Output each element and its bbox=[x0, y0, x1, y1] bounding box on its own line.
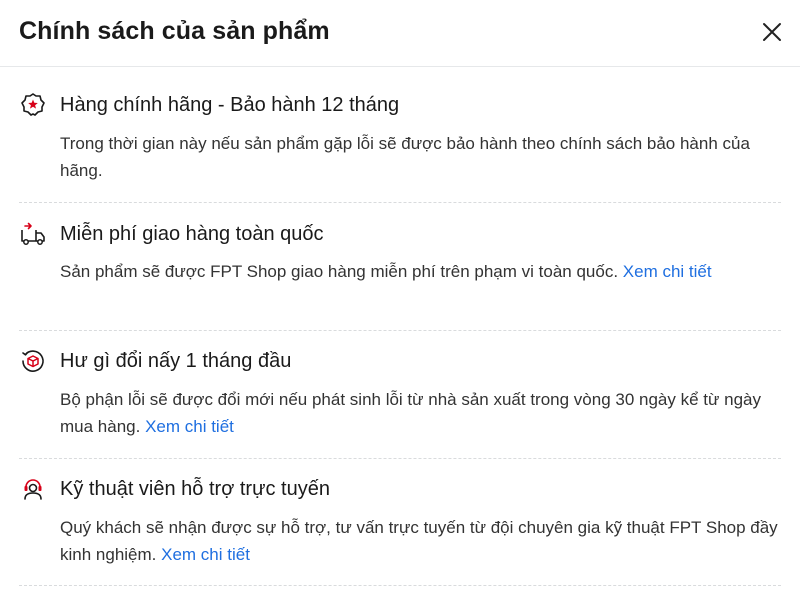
policy-description: Bộ phận lỗi sẽ được đổi mới nếu phát sin… bbox=[60, 390, 761, 436]
policy-header-support: Kỹ thuật viên hỗ trợ trực tuyến bbox=[19, 474, 330, 504]
policy-title: Kỹ thuật viên hỗ trợ trực tuyến bbox=[60, 477, 330, 500]
certified-ribbon-icon bbox=[19, 91, 47, 119]
policy-description: Quý khách sẽ nhận được sự hỗ trợ, tư vấn… bbox=[60, 518, 778, 564]
policy-header-exchange: Hư gì đổi nấy 1 tháng đầu bbox=[19, 346, 291, 376]
modal-title: Chính sách của sản phẩm bbox=[19, 17, 330, 45]
see-details-link[interactable]: Xem chi tiết bbox=[161, 545, 250, 564]
close-icon[interactable] bbox=[760, 20, 784, 44]
policy-header-warranty: Hàng chính hãng - Bảo hành 12 tháng bbox=[19, 90, 399, 120]
see-details-link[interactable]: Xem chi tiết bbox=[623, 262, 712, 281]
policy-description: Trong thời gian này nếu sản phẩm gặp lỗi… bbox=[60, 134, 750, 180]
delivery-truck-icon bbox=[19, 220, 47, 248]
policy-title: Hàng chính hãng - Bảo hành 12 tháng bbox=[60, 93, 400, 116]
modal-header: Chính sách của sản phẩm bbox=[0, 0, 800, 67]
policy-title: Hư gì đổi nấy 1 tháng đầu bbox=[60, 349, 292, 372]
see-details-link[interactable]: Xem chi tiết bbox=[145, 417, 234, 436]
policy-modal: Chính sách của sản phẩm Hàng chính hãng … bbox=[0, 0, 800, 602]
policy-description: Sản phẩm sẽ được FPT Shop giao hàng miễn… bbox=[60, 262, 712, 281]
policy-header-shipping: Miễn phí giao hàng toàn quốc bbox=[19, 219, 324, 249]
exchange-box-icon bbox=[19, 347, 47, 375]
policy-title: Miễn phí giao hàng toàn quốc bbox=[60, 222, 324, 245]
support-headset-icon bbox=[19, 475, 47, 503]
